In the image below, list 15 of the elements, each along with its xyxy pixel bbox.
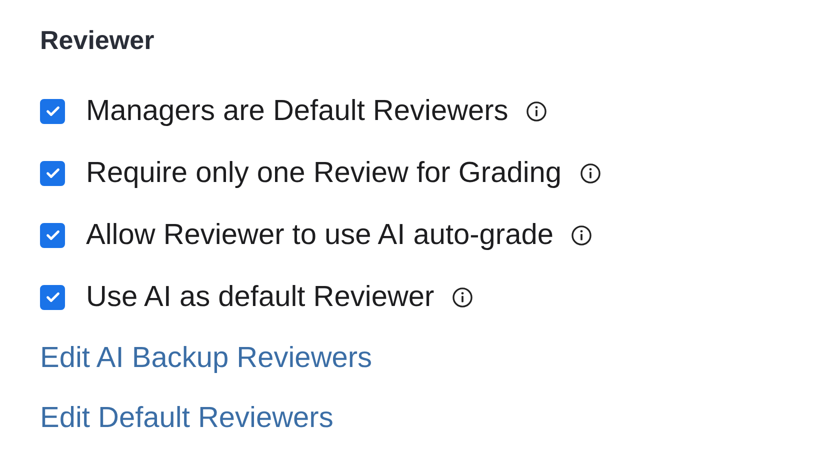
info-icon[interactable] [526,100,548,122]
option-label: Use AI as default Reviewer [86,280,434,314]
option-label: Require only one Review for Grading [86,156,562,190]
option-label: Managers are Default Reviewers [86,94,508,128]
checkbox[interactable] [40,160,65,186]
info-icon[interactable] [571,224,592,246]
checkbox[interactable] [40,98,65,124]
edit-link[interactable]: Edit Default Reviewers [40,388,334,448]
option-label: Allow Reviewer to use AI auto-grade [86,218,554,252]
info-icon[interactable] [452,286,474,308]
checkbox[interactable] [40,222,65,248]
info-icon[interactable] [580,162,601,184]
checkbox[interactable] [40,284,65,310]
section-title: Reviewer [40,24,156,57]
edit-link[interactable]: Edit AI Backup Reviewers [40,328,372,388]
